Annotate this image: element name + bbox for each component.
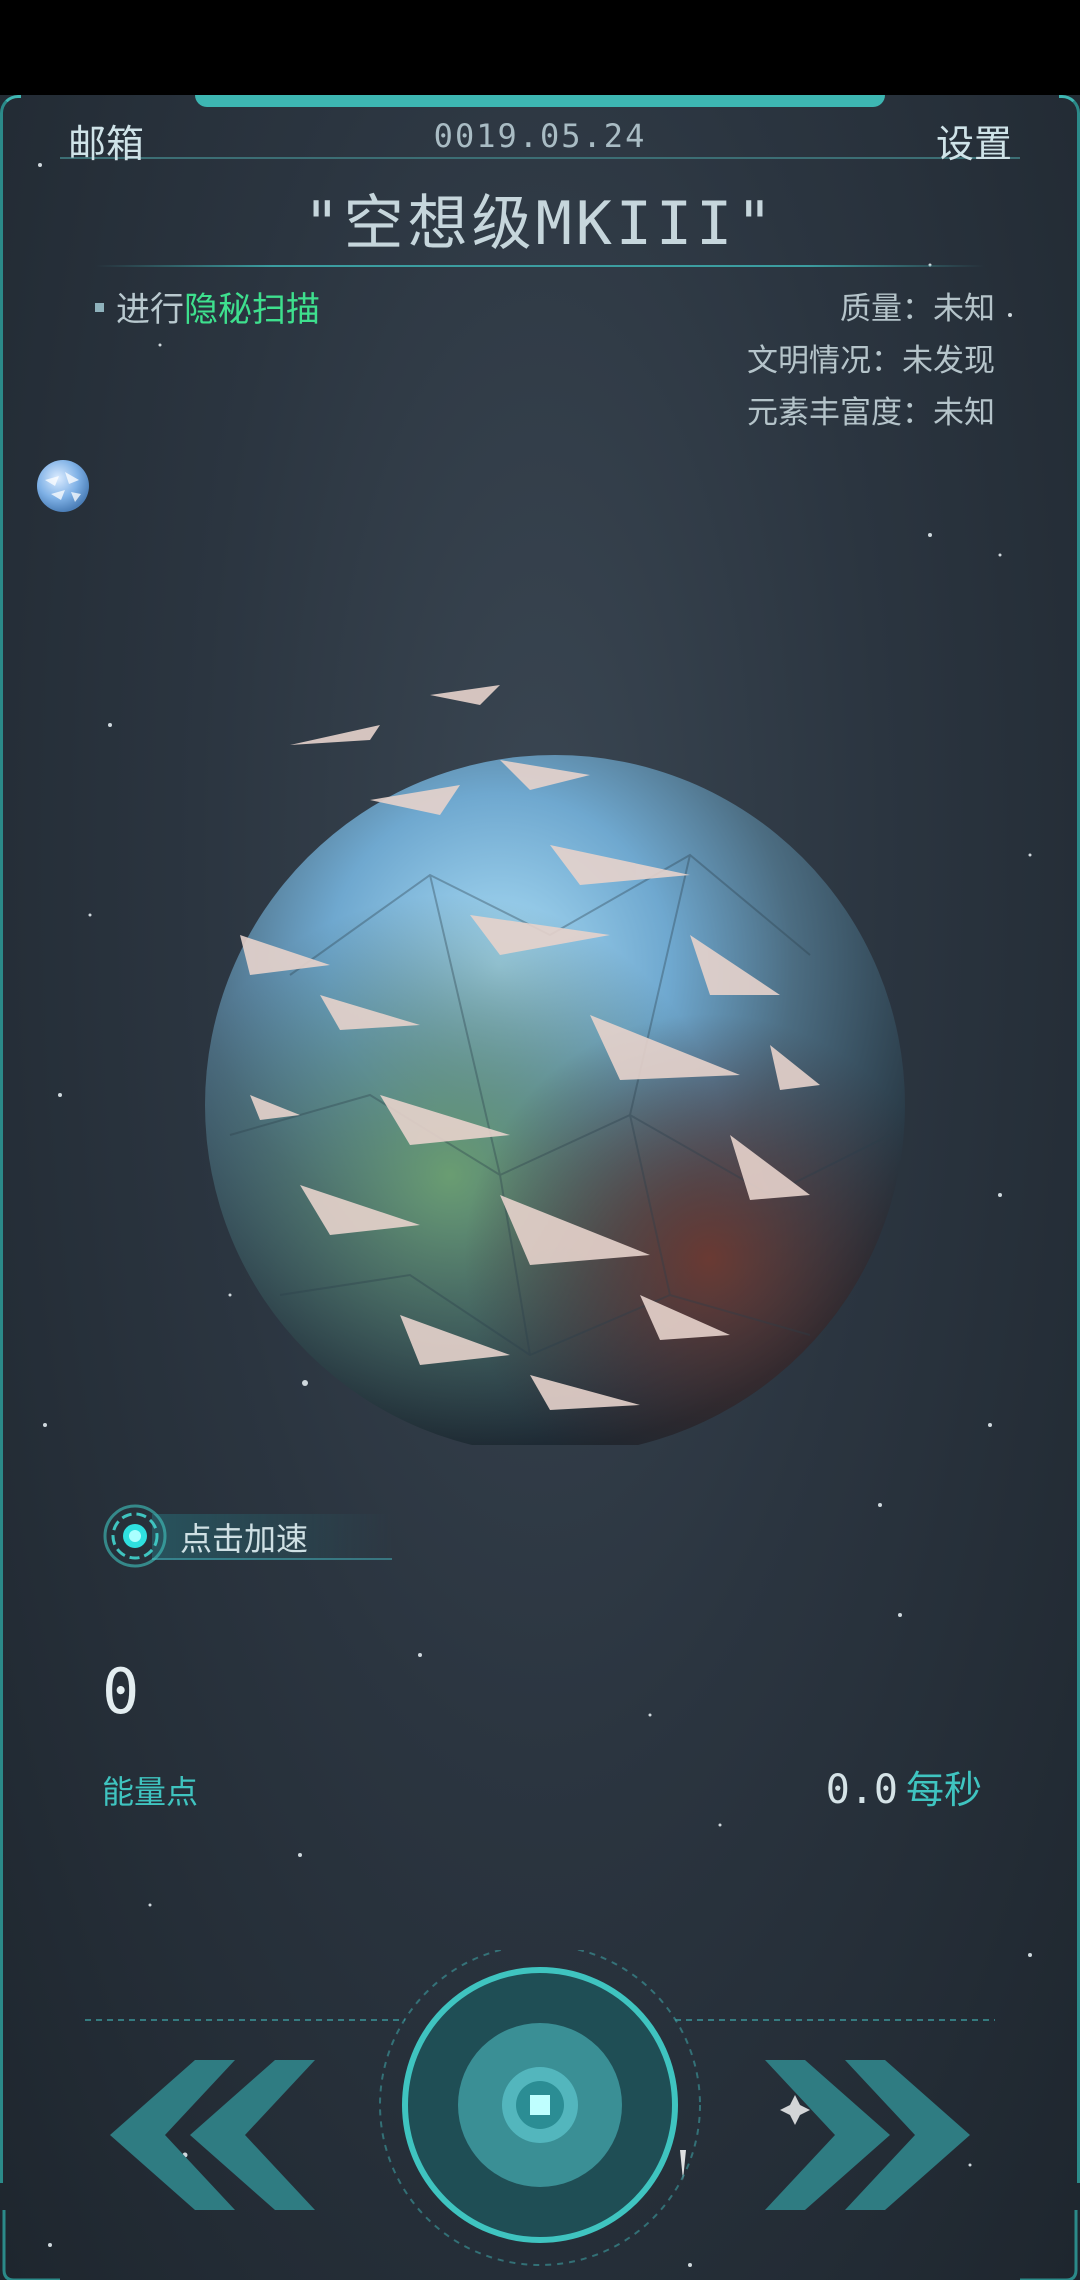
scan-prefix: 进行 <box>116 290 184 330</box>
mini-planet-icon[interactable] <box>35 458 91 514</box>
title-divider <box>95 265 985 267</box>
scan-highlight[interactable]: 隐秘扫描 <box>184 290 320 330</box>
planet-name: "空想级MKIII" <box>303 189 777 259</box>
top-accent-bar <box>195 95 885 107</box>
settings-button[interactable]: 设置 <box>936 113 1012 168</box>
energy-rate: 0.0 每秒 <box>826 1759 982 1814</box>
accelerate-label: 点击加速 <box>180 1520 309 1558</box>
game-screen: 邮箱 0019.05.24 设置 "空想级MKIII" 进行隐秘扫描 质量：未知… <box>0 95 1080 2280</box>
energy-rate-unit: 每秒 <box>905 1768 982 1812</box>
bullet-icon <box>95 303 104 312</box>
planet-globe[interactable] <box>170 575 920 1445</box>
accelerate-button[interactable]: 点击加速 <box>102 1500 392 1575</box>
double-chevron-right-icon[interactable] <box>765 2060 970 2210</box>
double-chevron-left-icon[interactable] <box>110 2060 315 2210</box>
mass-info: 质量：未知 <box>840 291 995 327</box>
energy-rate-value: 0.0 <box>825 1767 898 1813</box>
frame-left-border <box>0 95 21 2183</box>
target-ring-icon <box>103 1504 167 1568</box>
scan-action[interactable]: 进行隐秘扫描 <box>95 282 320 331</box>
core-button[interactable] <box>402 1967 678 2243</box>
energy-points-label: 能量点 <box>102 1773 199 1811</box>
game-date: 0019.05.24 <box>433 117 647 155</box>
planet-info: 质量：未知 文明情况：未发现 元素丰富度：未知 <box>747 283 995 439</box>
elements-info: 元素丰富度：未知 <box>747 395 995 431</box>
energy-points-value: 0 <box>102 1655 140 1728</box>
frame-right-border <box>1059 95 1080 2183</box>
header-divider <box>60 157 1020 159</box>
civilization-info: 文明情况：未发现 <box>747 343 995 379</box>
bottom-frame <box>2 2210 1078 2280</box>
